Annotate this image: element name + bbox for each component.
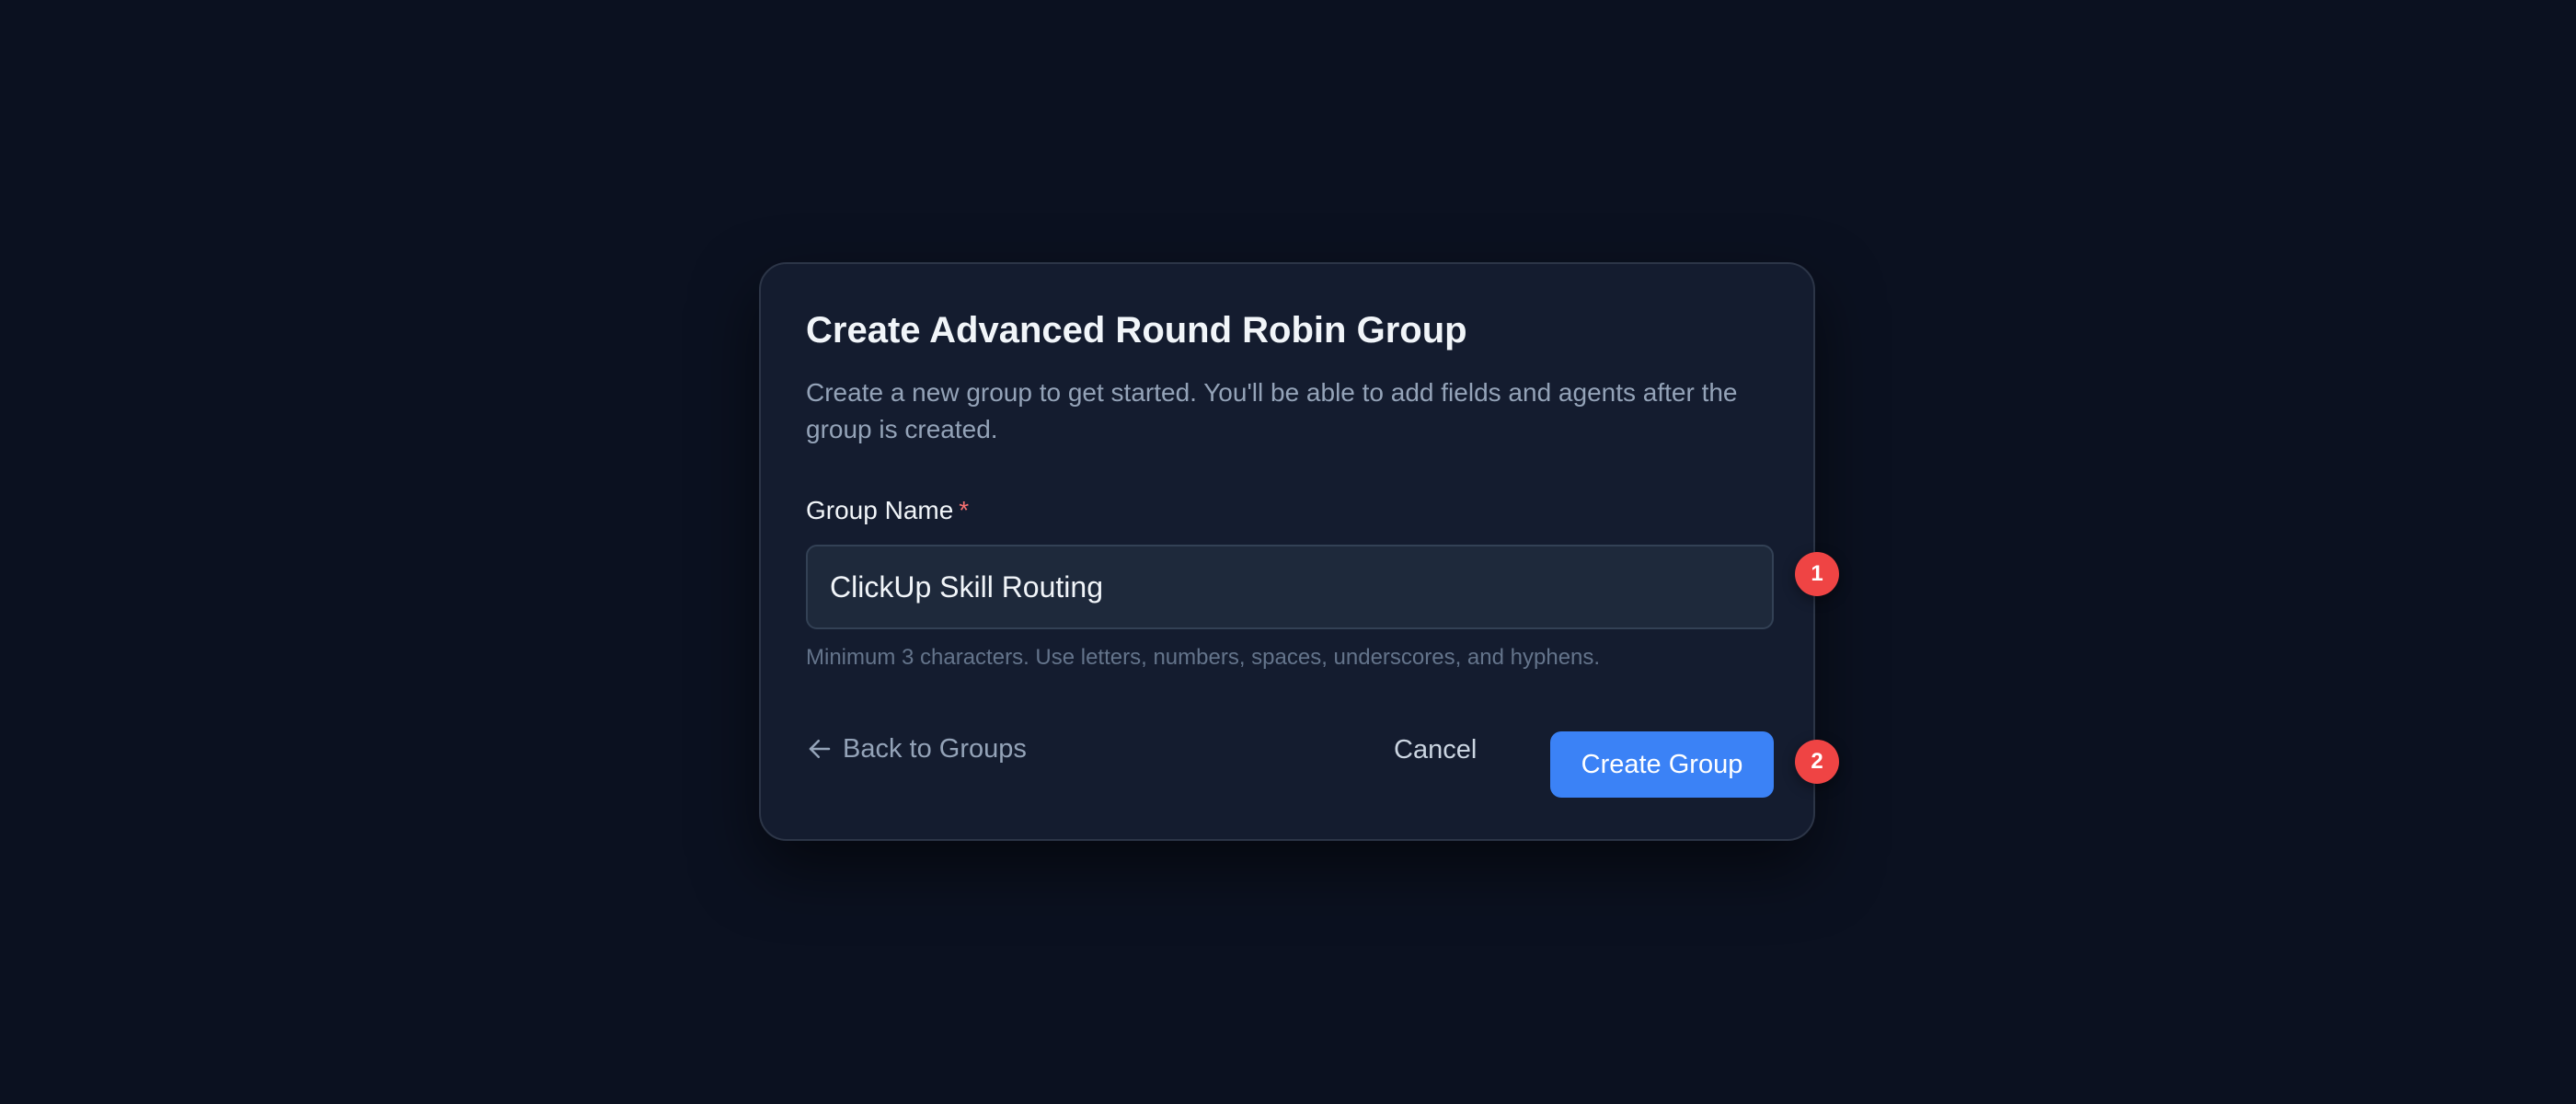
create-group-button[interactable]: Create Group bbox=[1550, 731, 1774, 798]
dialog-title: Create Advanced Round Robin Group bbox=[806, 310, 1467, 351]
group-name-label-text: Group Name bbox=[806, 496, 954, 524]
required-marker: * bbox=[959, 496, 970, 524]
group-name-helper-text: Minimum 3 characters. Use letters, numbe… bbox=[806, 645, 1601, 670]
page-background: Create Advanced Round Robin Group Create… bbox=[0, 0, 2576, 1104]
back-to-groups-link[interactable]: Back to Groups bbox=[806, 730, 1027, 767]
step-badge-1: 1 bbox=[1795, 552, 1839, 596]
dialog-description: Create a new group to get started. You'l… bbox=[806, 378, 1738, 443]
create-group-dialog: Create Advanced Round Robin Group Create… bbox=[759, 262, 1815, 841]
group-name-input[interactable] bbox=[806, 545, 1774, 629]
back-to-groups-label: Back to Groups bbox=[843, 733, 1027, 764]
group-name-label: Group Name * bbox=[806, 494, 969, 527]
cancel-button[interactable]: Cancel bbox=[1394, 731, 1477, 768]
step-badge-2: 2 bbox=[1795, 740, 1839, 784]
arrow-left-icon bbox=[806, 735, 834, 763]
